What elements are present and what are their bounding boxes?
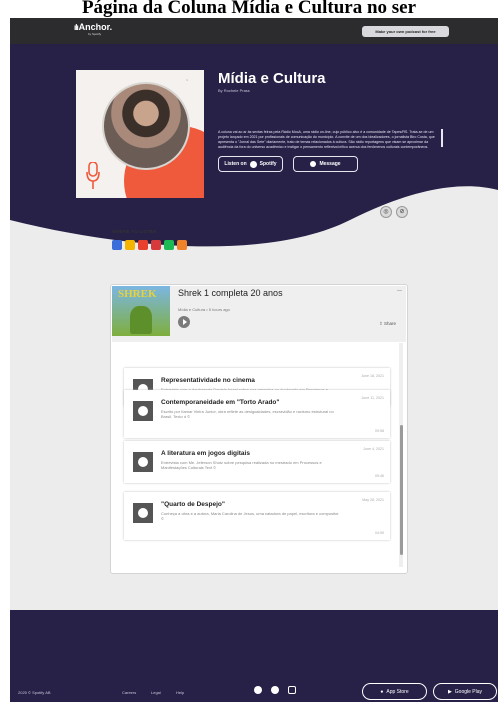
now-playing-subtitle: Mídia e Cultura • 5 hours ago	[178, 307, 230, 312]
logo-subtext: by Spotify	[88, 32, 102, 36]
description-scroll-indicator	[441, 129, 443, 147]
listen-on-spotify-button[interactable]: Listen on Spotify	[218, 156, 283, 172]
thumbnail-text: SHREK	[118, 288, 157, 300]
collapse-chevron-icon[interactable]: —	[397, 288, 402, 294]
share-button[interactable]: ⇪ Share	[379, 321, 396, 327]
episode-description: Entrevista com Me. Jeferson Shotz sobre …	[161, 460, 322, 471]
instagram-footer-icon[interactable]	[288, 686, 296, 694]
message-icon	[310, 161, 317, 167]
episode-date: June 11, 2021	[361, 396, 384, 400]
author-photo	[102, 82, 190, 170]
footer-link-legal[interactable]: Legal	[151, 690, 161, 695]
anchor-icon[interactable]	[112, 240, 122, 250]
play-store-icon: ▶	[447, 688, 452, 695]
google-play-button[interactable]: ▶ Google Play	[433, 683, 497, 700]
google-play-label: Google Play	[454, 688, 483, 695]
episode-item[interactable]: "Quarto de Despejo" Conheça a obra e a au…	[124, 492, 390, 540]
podcast-description: A coluna vai ao ar às sextas feiras pela…	[218, 130, 435, 149]
make-podcast-button[interactable]: Make your own podcast for free	[362, 26, 449, 37]
podcast-cover: ◔	[76, 70, 204, 198]
footer-link-help[interactable]: Help	[176, 690, 184, 695]
episode-date: June 18, 2021	[361, 374, 384, 378]
rss-icon[interactable]	[177, 240, 187, 250]
now-playing-title: Shrek 1 completa 20 anos	[178, 288, 283, 298]
message-label: Message	[319, 161, 341, 167]
facebook-icon[interactable]	[254, 686, 262, 694]
episode-date: June 4, 2021	[363, 447, 384, 451]
spotify-icon[interactable]	[164, 240, 174, 250]
spotify-label: Spotify	[259, 161, 277, 167]
anchor-logo-icon: ılı	[74, 23, 79, 32]
episode-duration: 05:46	[375, 474, 384, 478]
episode-duration: 04:59	[375, 531, 384, 535]
app-store-button[interactable]: ● App Store	[362, 683, 427, 700]
listen-label: Listen on	[224, 161, 247, 167]
where-to-listen-heading: WHERE TO LISTEN	[112, 229, 157, 234]
episode-description: Escrito por Itamar Vieira Junior, obra r…	[161, 409, 334, 420]
twitter-icon[interactable]	[271, 686, 279, 694]
episode-title: "Quarto de Despejo"	[161, 501, 225, 508]
episode-item[interactable]: A literatura em jogos digitais Entrevista…	[124, 441, 390, 483]
episode-play-icon[interactable]	[133, 401, 153, 421]
message-button[interactable]: Message	[293, 156, 358, 172]
app-store-label: App Store	[386, 688, 409, 695]
logo-text: Anchor.	[78, 22, 113, 32]
instagram-icon[interactable]: ◎	[380, 206, 392, 218]
podcast-author: By Rochele Prass	[218, 88, 250, 93]
play-button[interactable]	[178, 316, 190, 328]
episode-title: A literatura em jogos digitais	[161, 450, 250, 457]
cover-watermark-icon: ◔	[184, 76, 189, 85]
share-label: Share	[384, 321, 397, 326]
link-icon[interactable]: ⊘	[396, 206, 408, 218]
apple-icon: ●	[380, 688, 384, 695]
episode-scrollbar[interactable]	[399, 343, 403, 567]
episode-thumbnail: SHREK	[112, 286, 170, 336]
google-podcasts-icon[interactable]	[125, 240, 135, 250]
episode-play-icon[interactable]	[133, 452, 153, 472]
microphone-icon	[86, 162, 100, 189]
anchor-logo[interactable]: ılıAnchor. by Spotify	[74, 22, 112, 36]
episode-play-icon[interactable]	[133, 503, 153, 523]
episode-description: Conheça a obra e a autora, Maria Carolin…	[161, 511, 339, 522]
footer-copyright: 2025 © Spotify AB	[18, 690, 51, 695]
episode-date: May 28, 2021	[362, 498, 384, 502]
spotify-icon	[249, 160, 257, 168]
pocket-casts-icon[interactable]	[138, 240, 148, 250]
radiopublic-icon[interactable]	[151, 240, 161, 250]
episode-title: Representatividade no cinema	[161, 377, 255, 384]
episode-duration: 09:58	[375, 429, 384, 433]
podcast-title: Mídia e Cultura	[218, 70, 326, 87]
episode-item[interactable]: Contemporaneidade em "Torto Arado" Escrit…	[124, 390, 390, 438]
episode-title: Contemporaneidade em "Torto Arado"	[161, 399, 280, 406]
footer-link-careers[interactable]: Careers	[122, 690, 136, 695]
